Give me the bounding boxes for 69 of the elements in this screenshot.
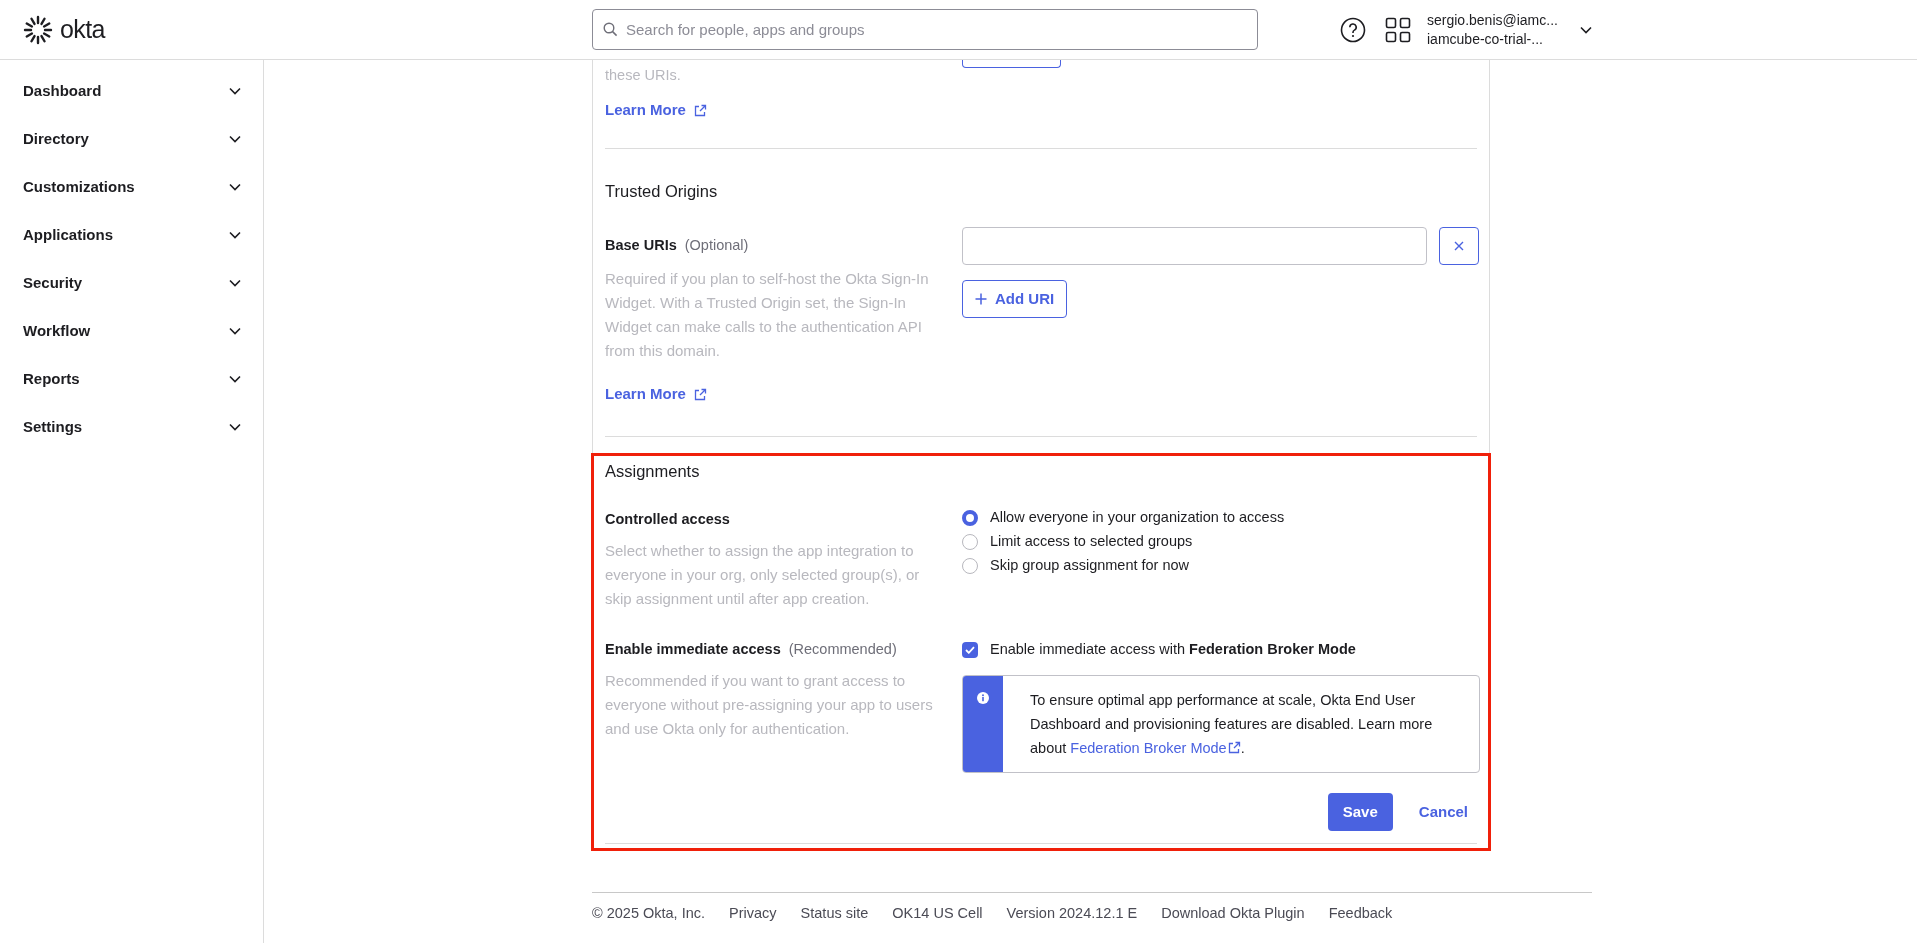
plus-icon	[975, 293, 987, 306]
checkbox-option[interactable]: Enable immediate access with Federation Broker Mode	[962, 639, 1480, 661]
field-label: Controlled access	[605, 510, 731, 530]
grid-icon	[1385, 16, 1411, 43]
sidebar-item[interactable]: Reports	[0, 355, 263, 403]
org-name: iamcube-co-trial-...	[1427, 29, 1544, 49]
remove-uri-button[interactable]	[1439, 227, 1479, 266]
sidebar-item[interactable]: Workflow	[0, 307, 263, 355]
chevron-down-icon	[229, 183, 241, 191]
field-hint: (Recommended)	[788, 640, 897, 659]
uri-input-field[interactable]	[962, 227, 1427, 266]
field-description: Required if you plan to self-host the Okta Sign-In Widget. With a Trusted Origin set, the Sign-In Widget can make calls to the authentication API from this domain.	[605, 269, 930, 361]
copyright-text: © 2025 Okta, Inc.	[592, 903, 706, 923]
learn-more-link[interactable]: Learn More	[605, 99, 707, 122]
chevron-down-icon	[229, 135, 241, 143]
field-description: Recommended if you want to grant access to everyone without pre-assigning your app to users and use Okta only for authentication.	[605, 670, 934, 739]
cancel-button[interactable]: Cancel	[1418, 800, 1468, 823]
sidebar-item[interactable]: Customizations	[0, 163, 263, 211]
chevron-down-icon	[1579, 25, 1592, 34]
radio-option[interactable]: Limit access to selected groups	[962, 533, 1477, 552]
sidebar-item[interactable]: Directory	[0, 115, 263, 163]
section-title: Assignments	[605, 460, 701, 482]
section-title: Trusted Origins	[605, 180, 719, 202]
user-menu[interactable]: sergio.benis@iamc... iamcube-co-trial-...	[1427, 10, 1592, 49]
logo-icon	[23, 14, 53, 45]
radio-button[interactable]	[962, 534, 978, 551]
add-uri-button[interactable]: Add URI	[962, 280, 1068, 319]
field-description: these URIs.	[605, 66, 682, 85]
external-link-icon	[1227, 741, 1241, 755]
chevron-down-icon	[229, 423, 241, 431]
external-link-icon	[693, 387, 707, 401]
footer-link[interactable]: Status site	[800, 902, 869, 925]
user-email: sergio.benis@iamc...	[1427, 10, 1558, 30]
footer-link[interactable]: OK14 US Cell	[892, 902, 983, 925]
footer-link[interactable]: Feedback	[1328, 902, 1393, 925]
field-description: Select whether to assign the app integration to everyone in your org, only selected group(s), or skip assignment until after app creation.	[605, 541, 921, 609]
federation-broker-mode-link[interactable]: Federation Broker Mode	[1070, 735, 1241, 760]
sidebar-item[interactable]: Security	[0, 259, 263, 307]
checkmark-icon	[965, 645, 975, 654]
chevron-down-icon	[229, 327, 241, 335]
field-label: Base URIs	[605, 236, 677, 256]
logo-text: okta	[60, 13, 105, 45]
help-icon	[1340, 16, 1366, 43]
save-button[interactable]: Save	[1327, 792, 1393, 831]
footer-link[interactable]: Privacy	[729, 902, 777, 925]
external-link-icon	[693, 103, 707, 117]
info-message: To ensure optimal app performance at scale, Okta End User Dashboard and provisioning features are disabled. Learn more about Federation Broker Mode .	[1003, 675, 1479, 772]
radio-option[interactable]: Allow everyone in your organization to access	[962, 509, 1477, 528]
radio-option[interactable]: Skip group assignment for now	[962, 557, 1477, 576]
chevron-down-icon	[229, 231, 241, 239]
radio-button[interactable]	[962, 510, 978, 527]
field-label: Enable immediate access	[605, 640, 781, 659]
partial-button[interactable]	[962, 60, 1061, 68]
footer-link[interactable]: Version 2024.12.1 E	[1006, 902, 1138, 925]
checkbox[interactable]	[962, 641, 978, 658]
sidebar-item[interactable]: Dashboard	[0, 67, 263, 115]
field-hint: (Optional)	[684, 236, 749, 256]
search-icon	[603, 22, 618, 37]
chevron-down-icon	[229, 87, 241, 95]
chevron-down-icon	[229, 375, 241, 383]
radio-button[interactable]	[962, 558, 978, 575]
sidebar-item[interactable]: Settings	[0, 403, 263, 451]
info-icon	[977, 691, 989, 704]
search-field[interactable]: Search for people, apps and groups	[592, 9, 1258, 50]
sidebar-item[interactable]: Applications	[0, 211, 263, 259]
chevron-down-icon	[229, 279, 241, 287]
close-icon	[1454, 241, 1464, 252]
learn-more-link[interactable]: Learn More	[605, 383, 707, 406]
footer-link[interactable]: Download Okta Plugin	[1161, 902, 1305, 925]
